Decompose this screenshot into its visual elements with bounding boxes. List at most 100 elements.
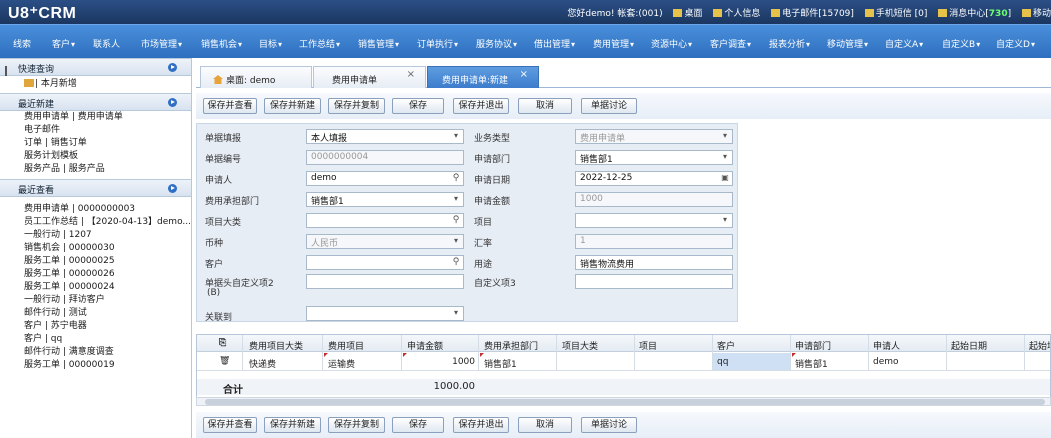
- cost-dept-select[interactable]: 销售部1 ▾: [306, 192, 464, 207]
- customer-field[interactable]: [306, 255, 464, 270]
- related-select[interactable]: ▾: [306, 306, 464, 321]
- sidebar-item[interactable]: 电子邮件: [0, 124, 191, 137]
- nav-item[interactable]: 费用管理: [593, 37, 634, 50]
- save-copy-button[interactable]: 保存并复制: [328, 98, 385, 114]
- sidebar-item[interactable]: 服务工单 | 00000019: [0, 359, 191, 372]
- sidebar-item[interactable]: 员工工作总结 | 【2020-04-13】demo...: [0, 216, 191, 229]
- bill-fill-select[interactable]: 本人填报 ▾: [306, 129, 464, 144]
- scroll-thumb[interactable]: [205, 399, 1045, 405]
- nav-item[interactable]: 工作总结: [299, 37, 340, 50]
- custom2-field[interactable]: [306, 274, 464, 289]
- sidebar-item[interactable]: 一般行动 | 1207: [0, 229, 191, 242]
- save-button[interactable]: 保存: [392, 417, 444, 433]
- personal-info-link[interactable]: 个人信息: [713, 9, 760, 19]
- mobile-link[interactable]: 移动: [1021, 9, 1051, 19]
- sidebar-item[interactable]: 服务工单 | 00000025: [0, 255, 191, 268]
- sidebar-item[interactable]: 订单 | 销售订单: [0, 137, 191, 150]
- sidebar-item[interactable]: 费用申请单 | 费用申请单: [0, 111, 191, 124]
- message-center-link[interactable]: 消息中心[730]: [938, 9, 1011, 19]
- purpose-field[interactable]: 销售物流费用: [575, 255, 733, 270]
- column-header[interactable]: 项目大类: [562, 339, 598, 352]
- grid-cell[interactable]: 运输费: [328, 357, 355, 370]
- column-header[interactable]: 起始地: [1029, 339, 1050, 352]
- column-header[interactable]: 客户: [717, 339, 735, 352]
- nav-item[interactable]: 移动管理: [827, 37, 868, 50]
- sidebar-item[interactable]: 服务工单 | 00000024: [0, 281, 191, 294]
- sidebar-item[interactable]: 邮件行动 | 满意度调查: [0, 346, 191, 359]
- table-row[interactable]: 🗑 快递费 运输费 1000 销售部1 qq 销售部1 demo: [197, 353, 1050, 371]
- column-header[interactable]: 申请人: [873, 339, 900, 352]
- sidebar-item[interactable]: | 本月新增: [0, 76, 191, 93]
- column-header[interactable]: 费用项目大类: [249, 339, 303, 352]
- search-icon[interactable]: [451, 257, 461, 268]
- save-exit-button[interactable]: 保存并退出: [453, 98, 509, 114]
- nav-item[interactable]: 订单执行: [417, 37, 458, 50]
- nav-item[interactable]: 线索: [13, 37, 31, 50]
- nav-item[interactable]: 客户调查: [710, 37, 751, 50]
- save-new-button[interactable]: 保存并新建: [264, 417, 321, 433]
- tab-expense-list[interactable]: 费用申请单 ×: [313, 66, 426, 88]
- nav-item[interactable]: 自定义D: [996, 37, 1035, 50]
- search-icon[interactable]: [451, 215, 461, 226]
- discuss-button[interactable]: 单据讨论: [581, 98, 637, 114]
- grid-cell-selected[interactable]: qq: [713, 353, 790, 370]
- nav-item[interactable]: 资源中心: [651, 37, 692, 50]
- save-exit-button[interactable]: 保存并退出: [453, 417, 509, 433]
- quick-query-header[interactable]: 快速查询: [0, 58, 191, 76]
- desktop-link[interactable]: 桌面: [673, 9, 702, 19]
- sidebar-item[interactable]: 费用申请单 | 0000000003: [0, 203, 191, 216]
- grid-cell[interactable]: demo: [873, 357, 899, 367]
- tab-expense-new[interactable]: 费用申请单:新建 ×: [427, 66, 539, 88]
- sidebar-item[interactable]: 服务工单 | 00000026: [0, 268, 191, 281]
- save-view-button[interactable]: 保存并查看: [203, 417, 257, 433]
- sidebar-collapse-handle[interactable]: [5, 66, 9, 76]
- tab-desktop[interactable]: 桌面: demo: [200, 66, 312, 88]
- sms-link[interactable]: 手机短信 [0]: [864, 9, 927, 19]
- rate-field[interactable]: 1: [575, 234, 733, 249]
- cancel-button[interactable]: 取消: [518, 417, 572, 433]
- horizontal-scrollbar[interactable]: [196, 397, 1051, 406]
- recent-new-header[interactable]: 最近新建: [0, 93, 191, 111]
- sidebar-item[interactable]: 邮件行动 | 测试: [0, 307, 191, 320]
- biz-type-select[interactable]: 费用申请单 ▾: [575, 129, 733, 144]
- applicant-field[interactable]: demo: [306, 171, 464, 186]
- search-icon[interactable]: [451, 173, 461, 184]
- custom3-field[interactable]: [575, 274, 733, 289]
- nav-item[interactable]: 借出管理: [534, 37, 575, 50]
- column-header[interactable]: 申请部门: [795, 339, 831, 352]
- save-view-button[interactable]: 保存并查看: [203, 98, 257, 114]
- expand-icon[interactable]: [168, 98, 177, 107]
- email-link[interactable]: 电子邮件[15709]: [771, 9, 854, 19]
- delete-row-icon[interactable]: 🗑: [219, 356, 230, 366]
- cancel-button[interactable]: 取消: [518, 98, 572, 114]
- save-copy-button[interactable]: 保存并复制: [328, 417, 385, 433]
- sidebar-item[interactable]: 服务计划模板: [0, 150, 191, 163]
- apply-dept-select[interactable]: 销售部1 ▾: [575, 150, 733, 165]
- column-header[interactable]: 费用承担部门: [484, 339, 538, 352]
- nav-item[interactable]: 联系人: [93, 37, 120, 50]
- sidebar-item[interactable]: 服务产品 | 服务产品: [0, 163, 191, 176]
- nav-item[interactable]: 报表分析: [769, 37, 810, 50]
- project-select[interactable]: ▾: [575, 213, 733, 228]
- nav-item[interactable]: 销售管理: [358, 37, 399, 50]
- column-header[interactable]: 起始日期: [951, 339, 987, 352]
- discuss-button[interactable]: 单据讨论: [581, 417, 637, 433]
- calendar-icon[interactable]: ▣: [720, 173, 730, 184]
- expand-icon[interactable]: [168, 184, 177, 193]
- currency-select[interactable]: 人民币 ▾: [306, 234, 464, 249]
- recent-view-header[interactable]: 最近查看: [0, 179, 191, 197]
- grid-cell[interactable]: 销售部1: [484, 357, 517, 370]
- save-button[interactable]: 保存: [392, 98, 444, 114]
- sidebar-item[interactable]: 客户 | 苏宁电器: [0, 320, 191, 333]
- column-header[interactable]: 申请金额: [407, 339, 443, 352]
- grid-cell[interactable]: 1000: [407, 357, 475, 367]
- column-header[interactable]: 费用项目: [328, 339, 364, 352]
- nav-item[interactable]: 目标: [259, 37, 282, 50]
- nav-item[interactable]: 自定义B: [942, 37, 980, 50]
- sidebar-item[interactable]: 销售机会 | 00000030: [0, 242, 191, 255]
- nav-item[interactable]: 市场管理: [141, 37, 182, 50]
- nav-item[interactable]: 自定义A: [885, 37, 923, 50]
- grid-cell[interactable]: 快递费: [249, 357, 276, 370]
- nav-item[interactable]: 客户: [52, 37, 75, 50]
- close-icon[interactable]: ×: [407, 69, 415, 80]
